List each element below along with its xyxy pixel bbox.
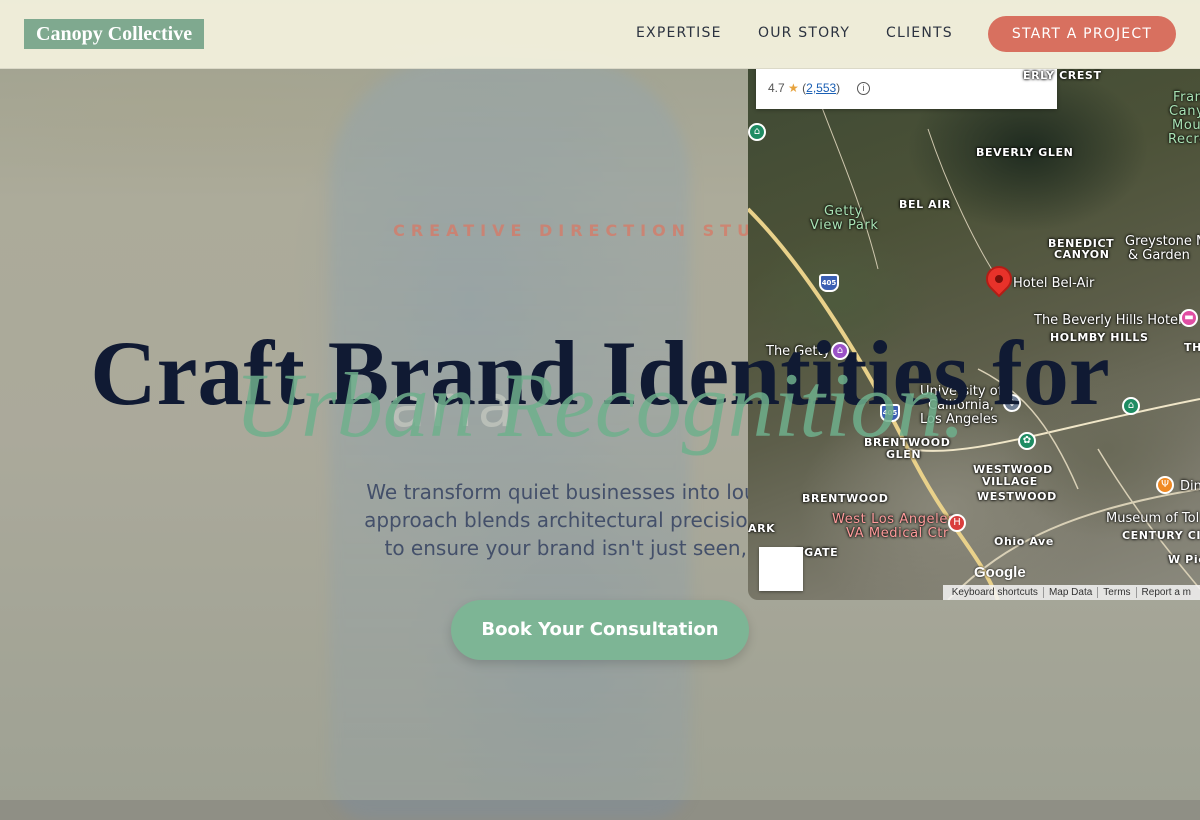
- map-label-ohio-ave: Ohio Ave: [994, 535, 1054, 548]
- restaurant-icon[interactable]: Ψ: [1156, 476, 1174, 494]
- map-label-franklin-canyon: Canyo: [1169, 104, 1200, 119]
- map-attribution-bar: Keyboard shortcuts Map Data Terms Report a …: [942, 585, 1200, 600]
- nav-link-clients[interactable]: CLIENTS: [886, 25, 953, 41]
- map-label-museum: Museum of Tol: [1106, 511, 1200, 526]
- road: [947, 488, 1200, 600]
- map-label-century-city: CENTURY CITY: [1122, 529, 1200, 542]
- map-label-ark: ARK: [748, 522, 776, 535]
- hospital-icon[interactable]: H: [948, 514, 966, 532]
- nav-link-our-story[interactable]: OUR STORY: [758, 25, 850, 41]
- nav-link-expertise[interactable]: EXPERTISE: [636, 25, 722, 41]
- street-view-thumbnail[interactable]: [759, 547, 803, 591]
- terms-link[interactable]: Terms: [1098, 587, 1137, 598]
- map-label-beverly-crest: ERLY CREST: [1023, 69, 1102, 82]
- hero-headline-accent: Urban Recognition.: [234, 354, 966, 456]
- freeway-405-shield-icon: 405: [819, 274, 839, 292]
- map-label-westwood: WESTWOOD: [977, 490, 1057, 503]
- map-label-franklin-recreation: Recrea: [1168, 132, 1200, 147]
- map-label-westwood-village-2: VILLAGE: [982, 475, 1038, 488]
- map-label-greystone-garden: & Garden: [1128, 248, 1190, 263]
- start-project-button[interactable]: START A PROJECT: [988, 16, 1176, 52]
- map-label-bel-air: BEL AIR: [899, 198, 952, 211]
- map-data-link[interactable]: Map Data: [1043, 587, 1099, 598]
- google-logo: Google: [974, 564, 1026, 581]
- star-icon: ★: [788, 81, 799, 95]
- park-icon[interactable]: ⌂: [748, 123, 766, 141]
- map-label-pico: W Pico: [1168, 553, 1200, 566]
- map-label-greystone: Greystone M: [1125, 234, 1200, 249]
- map-label-brentwood: BRENTWOOD: [802, 492, 889, 505]
- map-label-view-park: View Park: [810, 218, 879, 233]
- review-count-link[interactable]: 2,553: [806, 81, 836, 95]
- map-label-dine: Din: [1180, 479, 1200, 494]
- info-icon[interactable]: i: [857, 82, 870, 95]
- book-consultation-button[interactable]: Book Your Consultation: [451, 600, 749, 660]
- logo[interactable]: Canopy Collective: [24, 19, 205, 49]
- map-label-va-2: VA Medical Ctr: [846, 526, 949, 541]
- place-rating: 4.7 ★ (2,553): [768, 81, 841, 95]
- map-label-getty-view: Getty: [824, 204, 863, 219]
- keyboard-shortcuts-link[interactable]: Keyboard shortcuts: [946, 587, 1044, 598]
- site-header: Canopy Collective EXPERTISE OUR STORY CL…: [0, 0, 1200, 69]
- map-label-beverly-glen: BEVERLY GLEN: [976, 146, 1074, 159]
- map-label-hotel-bel-air: Hotel Bel-Air: [1013, 276, 1095, 291]
- map-label-franklin-mountain: Moun: [1172, 118, 1200, 133]
- map-label-va-1: West Los Angeles: [832, 512, 956, 527]
- map-label-franklin: Fran: [1173, 90, 1200, 105]
- report-error-link[interactable]: Report a m: [1137, 587, 1196, 598]
- map-label-canyon: CANYON: [1054, 248, 1110, 261]
- place-info-card[interactable]: 4.7 ★ (2,553) i: [756, 69, 1057, 109]
